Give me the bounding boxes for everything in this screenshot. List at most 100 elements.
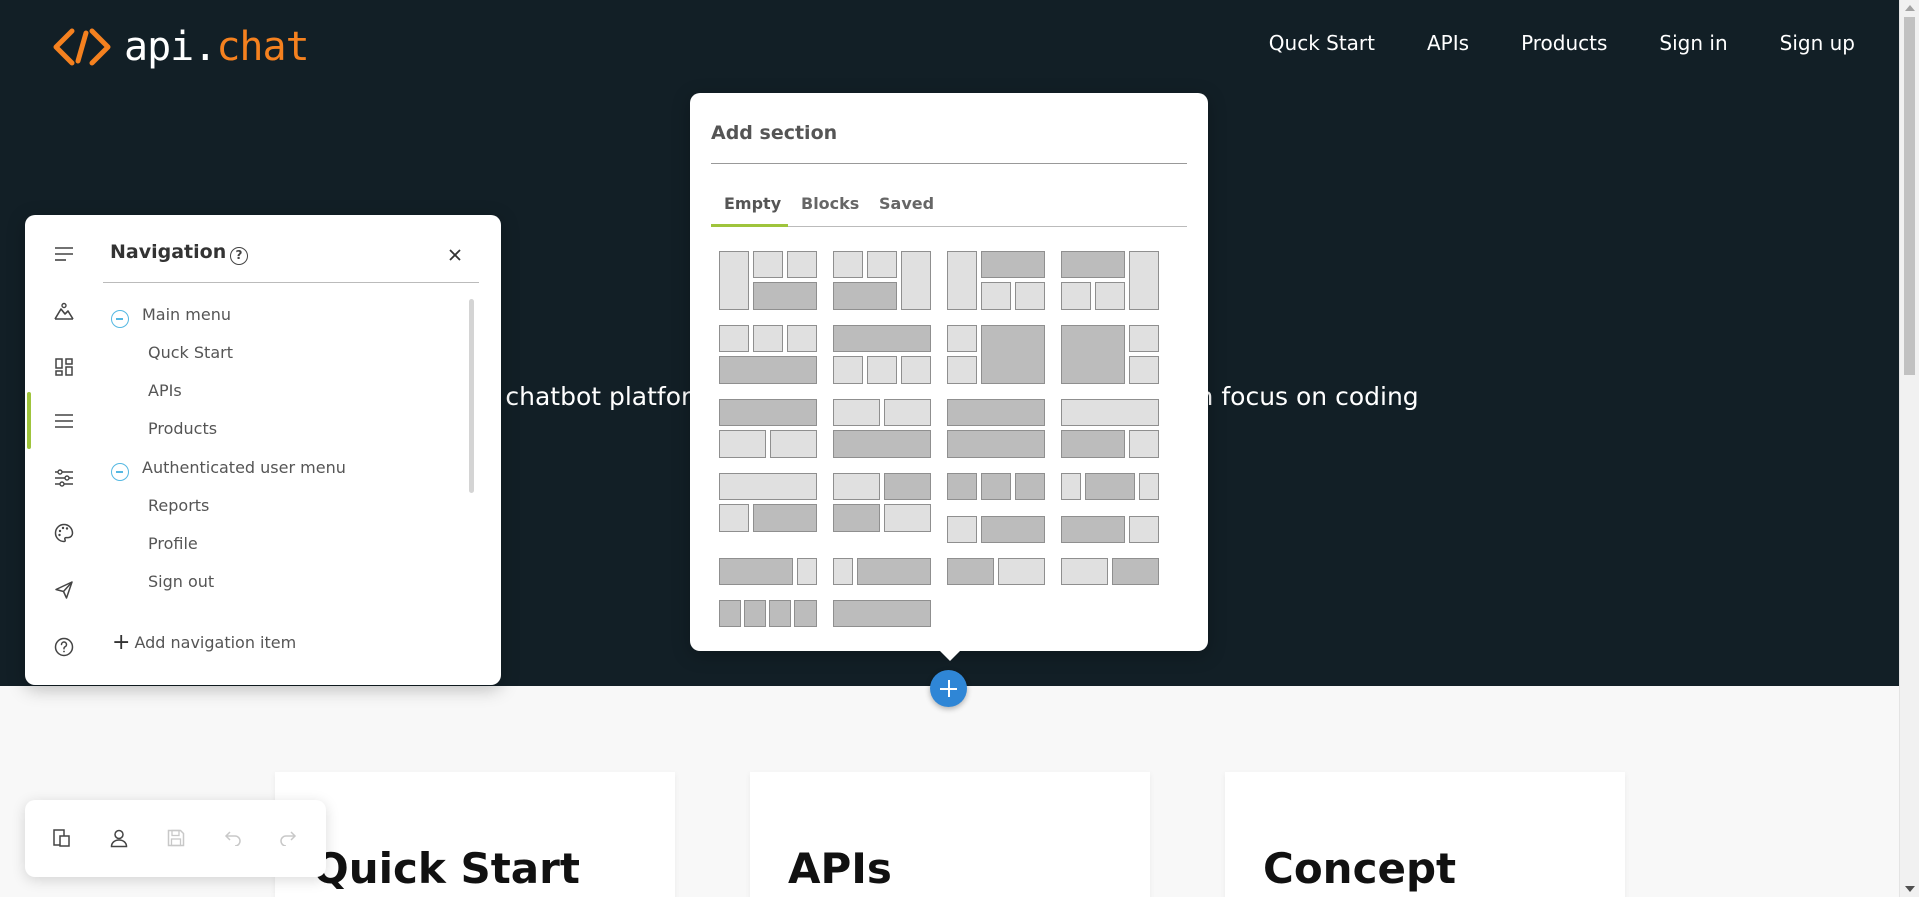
layout-cell: [867, 356, 897, 384]
nav-apis[interactable]: APIs: [1427, 31, 1469, 55]
layout-cell: [901, 251, 931, 310]
undo-icon[interactable]: [220, 826, 244, 850]
card-quick-start[interactable]: Quick Start: [275, 772, 675, 897]
card-apis[interactable]: APIs: [750, 772, 1150, 897]
menu-item-apis[interactable]: APIs: [148, 380, 182, 402]
layout-cell: [1015, 282, 1045, 310]
layout-two-wide-rows[interactable]: [947, 399, 1045, 459]
layout-cell: [833, 356, 863, 384]
layout-cell: [1129, 251, 1159, 310]
layout-five-cell[interactable]: [1061, 473, 1159, 543]
layout-cell: [719, 251, 749, 310]
brand-name: api.chat: [124, 24, 310, 70]
layout-cell: [719, 430, 766, 458]
layout-cell: [981, 251, 1045, 278]
panel-scrollbar[interactable]: [469, 299, 474, 493]
send-icon[interactable]: [51, 577, 77, 603]
nav-sign-in[interactable]: Sign in: [1659, 31, 1727, 55]
text-align-icon[interactable]: [51, 241, 77, 267]
layout-tall-right-grid[interactable]: [833, 251, 931, 311]
layout-wide-top-split-bottom-alt[interactable]: [719, 473, 817, 533]
menu-item-reports[interactable]: Reports: [148, 495, 209, 517]
page-scrollbar[interactable]: [1899, 0, 1919, 897]
plus-icon: +: [112, 630, 131, 655]
layout-cell: [857, 558, 931, 585]
layout-wide-top-tall-right[interactable]: [1061, 251, 1159, 311]
layout-cell: [1061, 516, 1125, 543]
layout-wide-top-split-bottom[interactable]: [1061, 399, 1159, 459]
layout-tall-left-wide-top[interactable]: [947, 251, 1045, 311]
add-navigation-item-button[interactable]: + Add navigation item: [112, 632, 296, 654]
redo-icon[interactable]: [277, 826, 301, 850]
layout-cell: [1129, 325, 1159, 352]
close-icon[interactable]: [445, 245, 465, 265]
sliders-icon[interactable]: [51, 465, 77, 491]
collapse-auth-menu-icon[interactable]: [111, 463, 129, 481]
editor-rail: [25, 215, 103, 685]
layout-cell: [884, 399, 931, 426]
question-icon[interactable]: ?: [230, 247, 248, 265]
layout-wide-top-three-bottom[interactable]: [833, 325, 931, 385]
layout-stack-left-big-right[interactable]: [947, 325, 1045, 385]
user-icon[interactable]: [107, 826, 131, 850]
nav-quick-start[interactable]: Quck Start: [1269, 31, 1375, 55]
layout-tall-left-grid[interactable]: [719, 251, 817, 311]
layout-three-top-wide-bottom[interactable]: [719, 325, 817, 385]
layout-three-and-split[interactable]: [947, 473, 1045, 543]
card-title: APIs: [788, 844, 892, 893]
layout-full-width[interactable]: [833, 600, 931, 660]
layout-cell: [981, 282, 1011, 310]
layout-cell: [947, 399, 1045, 426]
tab-empty[interactable]: Empty: [724, 193, 781, 215]
layout-halves-light-dark[interactable]: [1061, 558, 1159, 618]
layout-cell: [947, 473, 977, 500]
menu-item-profile[interactable]: Profile: [148, 533, 198, 555]
menu-icon[interactable]: [51, 408, 77, 434]
save-icon[interactable]: [164, 826, 188, 850]
scroll-thumb[interactable]: [1904, 17, 1915, 375]
layout-four-columns[interactable]: [719, 600, 817, 660]
card-title: Quick Start: [313, 844, 580, 893]
add-section-title: Add section: [711, 122, 838, 144]
layout-cell: [947, 558, 994, 585]
layout-cell: [769, 600, 791, 627]
menu-group-main[interactable]: Main menu: [142, 304, 231, 326]
layout-cell: [719, 399, 817, 426]
layout-cell: [719, 325, 749, 352]
layout-cell: [787, 251, 817, 278]
layout-cell: [797, 558, 817, 585]
menu-item-quick-start[interactable]: Quck Start: [148, 342, 233, 364]
layout-big-left-stack-right[interactable]: [1061, 325, 1159, 385]
menu-group-authenticated[interactable]: Authenticated user menu: [142, 457, 346, 479]
dashboard-icon[interactable]: [51, 354, 77, 380]
nav-sign-up[interactable]: Sign up: [1780, 31, 1855, 55]
card-concept[interactable]: Concept: [1225, 772, 1625, 897]
layout-checkerboard[interactable]: [833, 473, 931, 533]
card-title: Concept: [1263, 844, 1457, 893]
layout-cell: [1129, 430, 1159, 458]
help-icon[interactable]: [51, 634, 77, 660]
layout-cell: [947, 251, 977, 310]
layout-cell: [719, 558, 793, 585]
menu-item-products[interactable]: Products: [148, 418, 217, 440]
layout-halves-dark-light[interactable]: [947, 558, 1045, 618]
layout-wide-top-two-bottom[interactable]: [719, 399, 817, 459]
add-section-button[interactable]: [930, 670, 967, 707]
layout-cell: [947, 356, 977, 384]
tab-blocks[interactable]: Blocks: [801, 193, 859, 215]
layout-cell: [1129, 516, 1159, 543]
scroll-up-icon[interactable]: [1905, 5, 1915, 11]
layout-cell: [833, 430, 931, 458]
tab-saved[interactable]: Saved: [879, 193, 934, 215]
image-icon[interactable]: [51, 298, 77, 324]
pages-icon[interactable]: [50, 826, 74, 850]
layout-cell: [1061, 282, 1091, 310]
nav-products[interactable]: Products: [1521, 31, 1607, 55]
layout-two-top-wide-bottom[interactable]: [833, 399, 931, 459]
layout-cell: [1061, 473, 1081, 500]
scroll-down-icon[interactable]: [1905, 886, 1915, 892]
collapse-main-menu-icon[interactable]: [111, 310, 129, 328]
menu-item-sign-out[interactable]: Sign out: [148, 571, 214, 593]
palette-icon[interactable]: [51, 520, 77, 546]
brand-logo[interactable]: api.chat: [50, 24, 310, 70]
